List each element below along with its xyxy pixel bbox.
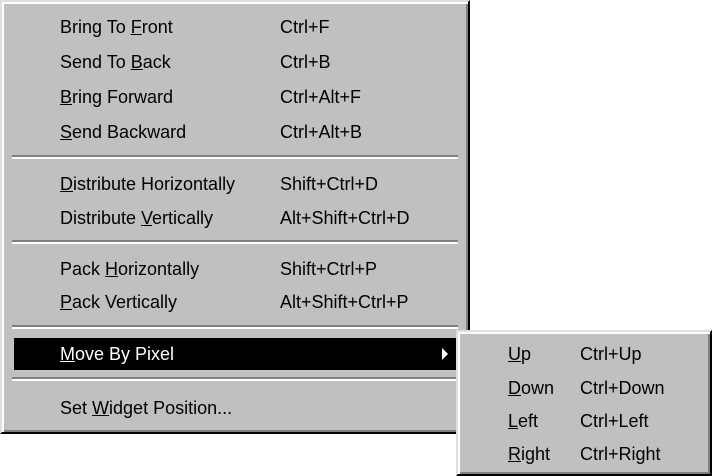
submenu-arrow-icon [442,348,448,360]
menu-item-label: Pack Horizontally [60,259,200,279]
menu-item-label: Bring Forward [60,87,174,107]
submenu-item-shortcut: Ctrl+Down [580,378,665,398]
menu-item-shortcut: Ctrl+Alt+B [280,122,363,142]
menu-item-shortcut: Ctrl+Alt+F [280,87,362,107]
menu-item-shortcut: Shift+Ctrl+P [280,259,378,279]
submenu-item-shortcut: Ctrl+Right [580,444,661,464]
menu-item-send-to-back[interactable]: Send To Back Ctrl+B [14,46,456,78]
submenu-item-down[interactable]: Down Ctrl+Down [460,372,708,404]
submenu-item-shortcut: Ctrl+Up [580,344,642,364]
menu-item-shortcut: Ctrl+B [280,52,331,72]
menu-item-label: Distribute Horizontally [60,174,236,194]
menu-item-shortcut: Ctrl+F [280,17,330,37]
menu-item-shortcut: Alt+Shift+Ctrl+P [280,292,409,312]
menu-item-pack-horizontally[interactable]: Pack Horizontally Shift+Ctrl+P [14,253,456,285]
menu-item-label: Bring To Front [60,17,173,37]
submenu-item-label: Up [508,344,532,364]
menu-item-send-backward[interactable]: Send Backward Ctrl+Alt+B [14,116,456,148]
submenu-item-up[interactable]: Up Ctrl+Up [460,338,708,370]
menu-separator [12,155,458,159]
menu-item-distribute-vertically[interactable]: Distribute Vertically Alt+Shift+Ctrl+D [14,202,456,234]
submenu-item-shortcut: Ctrl+Left [580,411,649,431]
submenu-item-label: Down [508,378,555,398]
context-menu: Bring To Front Ctrl+F Send To Back Ctrl+… [0,0,470,434]
menu-item-label: Set Widget Position... [60,398,233,418]
menu-separator [12,240,458,244]
submenu-item-right[interactable]: Right Ctrl+Right [460,438,708,470]
menu-item-label: Move By Pixel [60,344,175,364]
submenu-item-left[interactable]: Left Ctrl+Left [460,405,708,437]
move-by-pixel-submenu: Up Ctrl+Up Down Ctrl+Down Left Ctrl+Left… [456,330,712,476]
menu-separator [12,377,458,381]
menu-separator [12,325,458,329]
menu-item-label: Pack Vertically [60,292,178,312]
menu-item-bring-to-front[interactable]: Bring To Front Ctrl+F [14,11,456,43]
submenu-item-label: Left [508,411,539,431]
menu-item-move-by-pixel[interactable]: Move By Pixel [14,338,456,370]
menu-item-label: Distribute Vertically [60,208,214,228]
menu-item-label: Send Backward [60,122,187,142]
menu-item-pack-vertically[interactable]: Pack Vertically Alt+Shift+Ctrl+P [14,286,456,318]
menu-item-shortcut: Shift+Ctrl+D [280,174,379,194]
menu-item-label: Send To Back [60,52,171,72]
menu-item-bring-forward[interactable]: Bring Forward Ctrl+Alt+F [14,81,456,113]
submenu-item-label: Right [508,444,551,464]
menu-item-set-widget-position[interactable]: Set Widget Position... [14,392,456,424]
menu-item-distribute-horizontally[interactable]: Distribute Horizontally Shift+Ctrl+D [14,168,456,200]
menu-item-shortcut: Alt+Shift+Ctrl+D [280,208,410,228]
